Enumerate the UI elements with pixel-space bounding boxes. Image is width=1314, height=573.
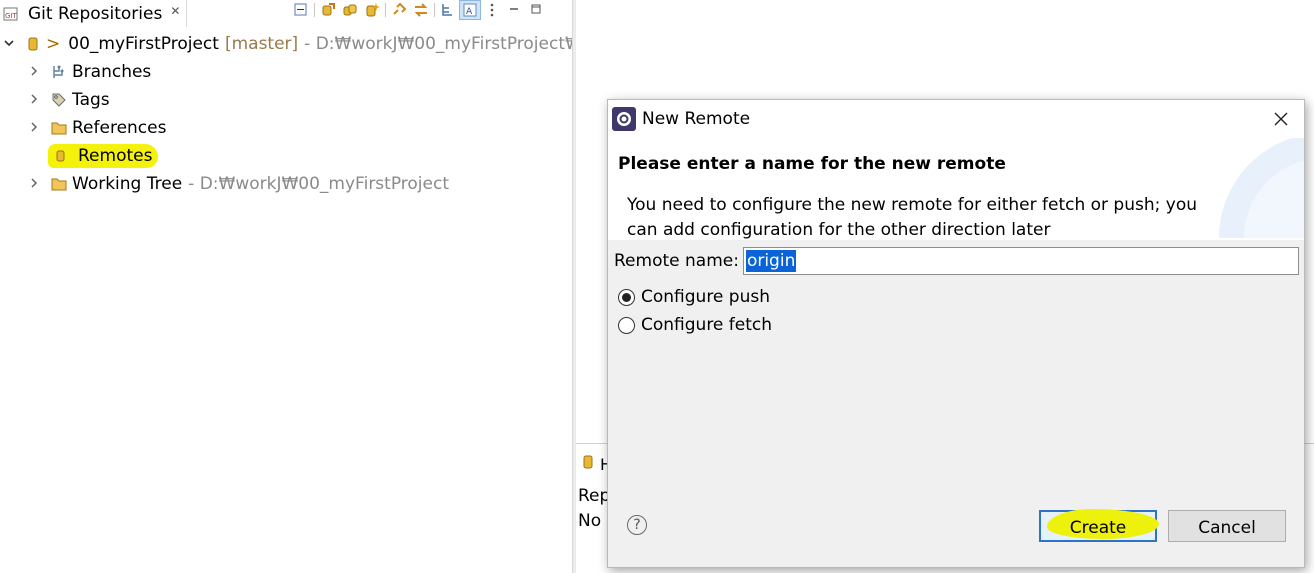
view-menu-icon[interactable]: [481, 0, 503, 20]
remotes-icon: [52, 147, 70, 165]
remotes-highlight: Remotes: [48, 144, 159, 168]
bottom-view-column-header: Rep: [578, 486, 611, 506]
chevron-down-icon[interactable]: [0, 37, 18, 52]
clone-repo-icon[interactable]: [339, 0, 361, 20]
svg-text:A: A: [466, 7, 473, 17]
create-button-label: Create: [1069, 518, 1127, 538]
git-repositories-view: GIT Git Repositories ✕ A > 00_myFirstPro…: [0, 0, 609, 573]
references-label: References: [72, 118, 167, 138]
radio-selected[interactable]: [618, 288, 635, 306]
close-tab-icon[interactable]: ✕: [170, 4, 180, 18]
tree-node-branches[interactable]: Branches: [26, 58, 151, 86]
chevron-right-icon[interactable]: [26, 65, 42, 80]
repository-name: 00_myFirstProject: [68, 34, 219, 54]
collapse-all-icon[interactable]: [290, 0, 312, 20]
tree-node-references[interactable]: References: [26, 114, 166, 142]
hierarchical-layout-icon[interactable]: [437, 0, 459, 20]
tags-icon: [50, 91, 68, 109]
banner-message: You need to configure the new remote for…: [627, 195, 1197, 240]
remotes-label: Remotes: [78, 146, 153, 166]
current-branch-label: [master]: [224, 34, 299, 54]
remote-name-input[interactable]: origin: [742, 247, 1299, 275]
repository-path: - D:₩workJ₩00_myFirstProject₩.git: [304, 34, 610, 54]
git-repositories-tab[interactable]: GIT Git Repositories ✕: [0, 0, 188, 27]
branches-label: Branches: [72, 62, 152, 82]
banner-title: Please enter a name for the new remote: [618, 154, 1006, 174]
folder-icon: [50, 119, 68, 137]
minimize-icon[interactable]: [503, 0, 525, 20]
remote-name-row: Remote name: origin: [614, 247, 1299, 275]
view-toolbar: A: [290, 0, 547, 20]
git-repo-view-icon: GIT: [2, 5, 20, 23]
create-button[interactable]: Create: [1039, 509, 1159, 542]
new-remote-dialog: New Remote Please enter a name for the n…: [607, 99, 1305, 568]
working-tree-label: Working Tree: [72, 174, 183, 194]
tab-label: Git Repositories: [28, 3, 163, 24]
link-with-selection-icon[interactable]: [410, 0, 432, 20]
configure-push-radio[interactable]: Configure push: [618, 287, 770, 307]
remote-name-value: origin: [745, 250, 797, 272]
tags-label: Tags: [72, 90, 110, 110]
tree-node-tags[interactable]: Tags: [26, 86, 110, 114]
maximize-icon[interactable]: [525, 0, 547, 20]
link-with-editor-icon[interactable]: [388, 0, 410, 20]
chevron-right-icon[interactable]: [26, 177, 42, 192]
create-repo-icon[interactable]: [361, 0, 383, 20]
dialog-banner: Please enter a name for the new remote Y…: [608, 138, 1304, 240]
svg-text:GIT: GIT: [5, 12, 17, 20]
tree-node-remotes[interactable]: Remotes: [48, 142, 159, 170]
remote-name-label: Remote name:: [614, 251, 739, 271]
help-icon[interactable]: ?: [627, 515, 647, 535]
cancel-button[interactable]: Cancel: [1168, 510, 1286, 542]
radio-unselected[interactable]: [618, 316, 635, 334]
repository-icon: [24, 35, 42, 53]
configure-fetch-radio[interactable]: Configure fetch: [618, 315, 772, 335]
dirty-marker: >: [46, 34, 61, 54]
add-existing-repo-icon[interactable]: [317, 0, 339, 20]
close-icon[interactable]: [1268, 106, 1294, 132]
working-tree-path: - D:₩workJ₩00_myFirstProject: [188, 174, 449, 194]
cancel-button-label: Cancel: [1198, 518, 1256, 538]
folder-icon: [50, 175, 68, 193]
dialog-title: New Remote: [642, 109, 751, 129]
properties-icon: [582, 454, 596, 474]
chevron-right-icon[interactable]: [26, 121, 42, 136]
chevron-right-icon[interactable]: [26, 93, 42, 108]
bottom-view-value: No: [578, 511, 602, 531]
show-content-icon[interactable]: A: [459, 0, 481, 20]
tree-node-repository[interactable]: > 00_myFirstProject [master] - D:₩workJ₩…: [0, 30, 609, 58]
eclipse-app-icon: [612, 107, 636, 131]
branches-icon: [50, 63, 68, 81]
dialog-titlebar[interactable]: New Remote: [608, 100, 1304, 138]
configure-fetch-label: Configure fetch: [641, 315, 773, 335]
configure-push-label: Configure push: [641, 287, 770, 307]
tree-node-working-tree[interactable]: Working Tree - D:₩workJ₩00_myFirstProjec…: [26, 170, 449, 198]
